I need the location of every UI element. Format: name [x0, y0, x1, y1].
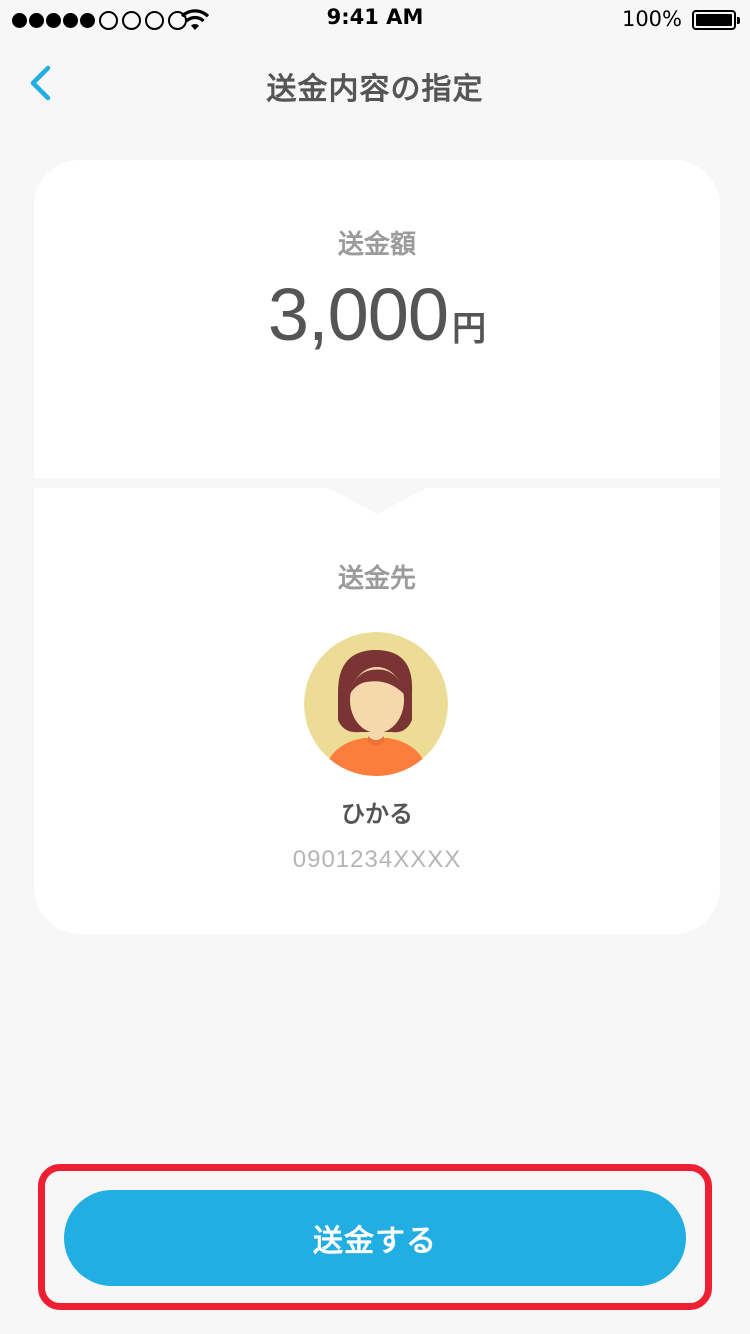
battery-icon — [692, 10, 740, 30]
amount-unit: 円 — [452, 309, 487, 349]
page-title: 送金内容の指定 — [266, 72, 484, 107]
amount-label: 送金額 — [337, 230, 416, 260]
person-avatar-icon — [304, 632, 448, 776]
recipient-name: ひかる — [341, 800, 413, 828]
recipient-label: 送金先 — [337, 564, 416, 594]
recipient-phone: 0901234XXXX — [292, 846, 462, 873]
navigation-bar: 送金内容の指定 — [0, 40, 750, 128]
send-button[interactable]: 送金する — [64, 1190, 686, 1286]
amount-section: 送金額 3,000 円 — [34, 160, 720, 482]
transfer-summary-card: 送金額 3,000 円 送金先 ひかる 0901234XXXX — [34, 160, 720, 934]
section-divider — [34, 478, 720, 514]
amount-display: 3,000 円 — [34, 272, 720, 357]
amount-value: 3,000 — [267, 273, 449, 356]
battery-percentage: 100% — [621, 7, 682, 31]
status-bar: 9:41 AM 100% — [0, 0, 750, 40]
